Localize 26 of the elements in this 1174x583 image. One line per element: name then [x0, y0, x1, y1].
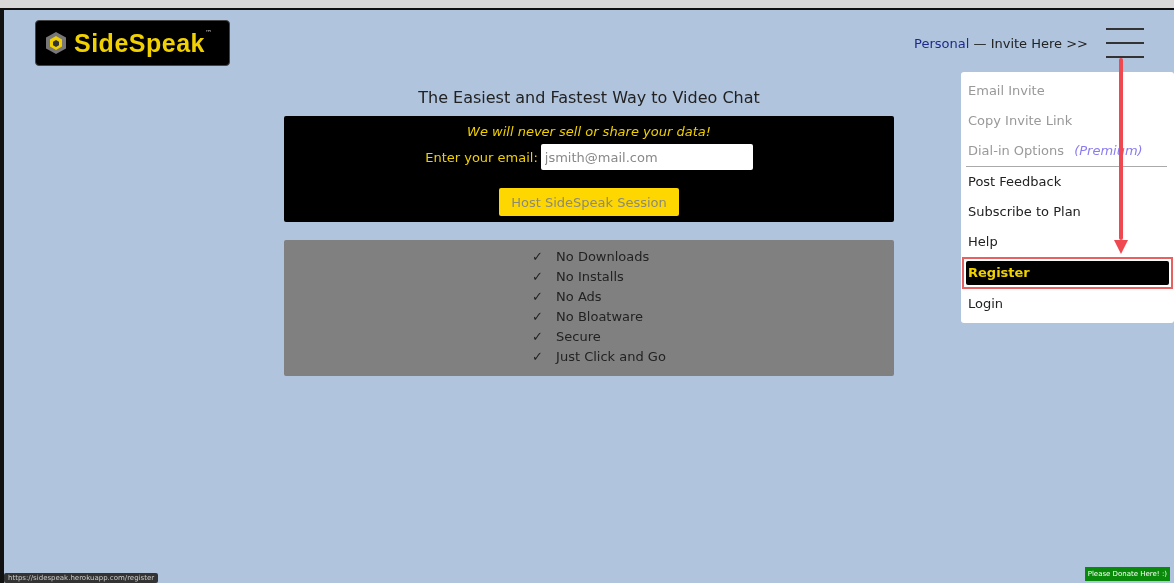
check-mark: ✓ [532, 288, 544, 306]
headline: The Easiest and Fastest Way to Video Chat [418, 88, 760, 107]
check-mark: ✓ [532, 328, 544, 346]
check-mark: ✓ [532, 248, 544, 266]
cube-icon [44, 30, 68, 56]
check-mark: ✓ [532, 348, 544, 366]
privacy-notice: We will never sell or share your data! [467, 124, 711, 139]
feature-text: No Bloatware [556, 309, 644, 324]
account-link[interactable]: Personal [914, 35, 970, 51]
invite-link[interactable]: — Invite Here >> [973, 35, 1088, 51]
email-field[interactable]: jsmith@mail.com [540, 144, 753, 170]
menu-item[interactable]: Help [961, 227, 1174, 257]
feature-text: Secure [556, 329, 601, 344]
feature-text: No Downloads [556, 249, 650, 264]
menu-item[interactable]: Register [966, 261, 1169, 285]
feature-text: Just Click and Go [556, 349, 666, 364]
check-mark: ✓ [532, 308, 544, 326]
menu-icon[interactable] [1106, 28, 1144, 58]
feature-text: No Installs [556, 269, 624, 284]
email-label: Enter your email: [425, 149, 538, 165]
logo-text: SideSpeak [74, 28, 205, 58]
feature-text: No Ads [556, 289, 602, 304]
menu-item[interactable]: Post Feedback [961, 167, 1174, 197]
check-mark: ✓ [532, 268, 544, 286]
menu-item[interactable]: Subscribe to Plan [961, 197, 1174, 227]
menu-item[interactable]: Login [961, 289, 1174, 319]
